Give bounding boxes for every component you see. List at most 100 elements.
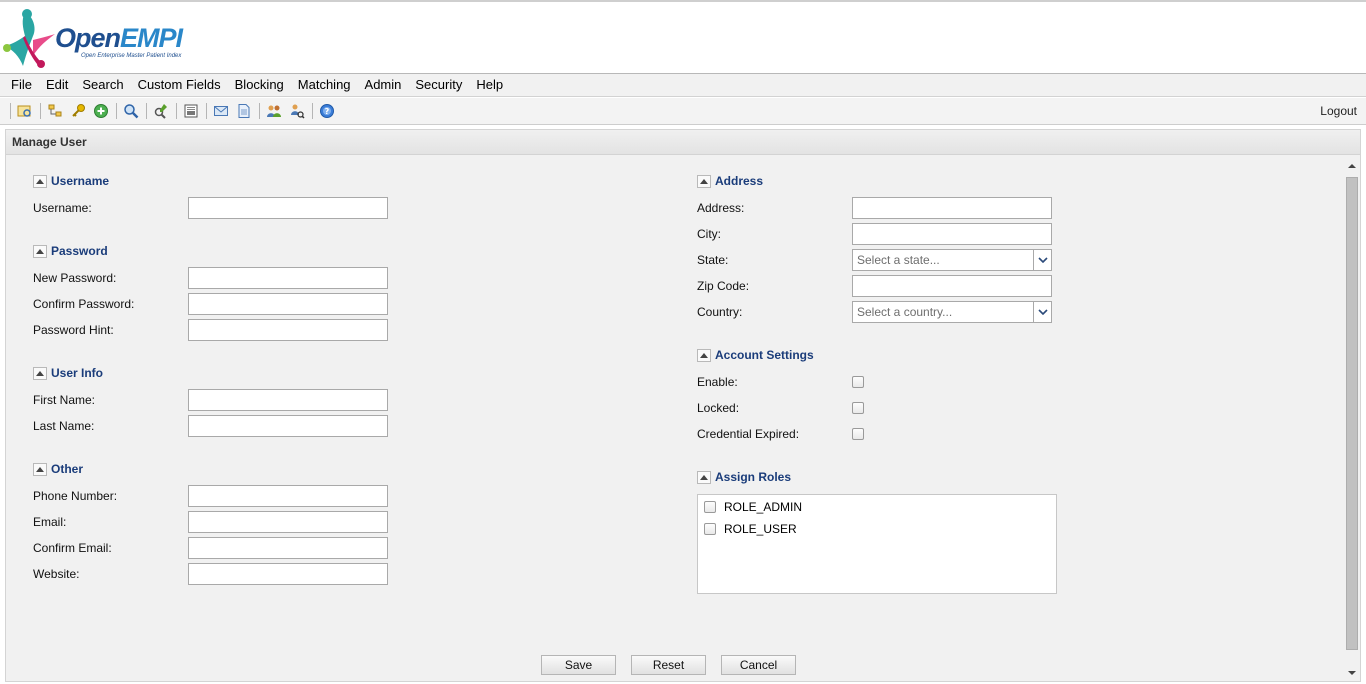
toolbar-separator — [312, 103, 313, 119]
users-icon[interactable] — [264, 101, 284, 121]
credential-expired-checkbox[interactable] — [852, 428, 864, 440]
collapse-icon[interactable] — [697, 470, 711, 484]
magnifier-icon[interactable] — [121, 101, 141, 121]
collapse-icon[interactable] — [33, 462, 47, 476]
section-password-title: Password — [51, 244, 108, 258]
city-input[interactable] — [852, 223, 1052, 245]
add-circle-icon[interactable] — [91, 101, 111, 121]
menu-help[interactable]: Help — [469, 74, 510, 97]
confirm-password-input[interactable] — [188, 293, 388, 315]
chevron-down-icon[interactable] — [1033, 250, 1051, 270]
menu-matching[interactable]: Matching — [291, 74, 358, 97]
password-hint-input[interactable] — [188, 319, 388, 341]
locked-label: Locked: — [697, 401, 740, 415]
role-user-label: ROLE_USER — [724, 522, 797, 536]
collapse-icon[interactable] — [697, 174, 711, 188]
address-input[interactable] — [852, 197, 1052, 219]
zip-code-input[interactable] — [852, 275, 1052, 297]
toolbar-separator — [10, 103, 11, 119]
scroll-up-icon[interactable] — [1348, 164, 1356, 168]
mail-icon[interactable] — [211, 101, 231, 121]
section-assign-roles-header[interactable]: Assign Roles — [697, 470, 791, 484]
menu-search[interactable]: Search — [75, 74, 130, 97]
section-user-info-header[interactable]: User Info — [33, 366, 103, 380]
last-name-input[interactable] — [188, 415, 388, 437]
enable-label: Enable: — [697, 375, 738, 389]
section-user-info-title: User Info — [51, 366, 104, 380]
scroll-down-icon[interactable] — [1348, 671, 1356, 675]
confirm-password-label: Confirm Password: — [33, 297, 135, 311]
country-select[interactable]: Select a country... — [852, 301, 1052, 323]
first-name-label: First Name: — [33, 393, 96, 407]
collapse-icon[interactable] — [33, 366, 47, 380]
section-address-header[interactable]: Address — [697, 174, 763, 188]
credential-expired-label: Credential Expired: — [697, 427, 800, 441]
collapse-icon[interactable] — [33, 244, 47, 258]
confirm-email-label: Confirm Email: — [33, 541, 112, 555]
logo-text: OpenEMPI — [55, 23, 183, 54]
website-input[interactable] — [188, 563, 388, 585]
panel-title: Manage User — [6, 130, 1360, 155]
save-button[interactable]: Save — [541, 655, 616, 675]
section-account-settings-title: Account Settings — [715, 348, 814, 362]
find-edit-icon[interactable] — [151, 101, 171, 121]
reset-button[interactable]: Reset — [631, 655, 706, 675]
menu-security[interactable]: Security — [408, 74, 469, 97]
logo-text-open: Open — [55, 23, 121, 53]
toolbar-separator — [116, 103, 117, 119]
key-icon[interactable] — [68, 101, 88, 121]
section-username-title: Username — [51, 174, 110, 188]
hierarchy-icon[interactable] — [45, 101, 65, 121]
chevron-down-icon[interactable] — [1033, 302, 1051, 322]
cancel-button[interactable]: Cancel — [721, 655, 796, 675]
report-icon[interactable] — [181, 101, 201, 121]
locked-checkbox[interactable] — [852, 402, 864, 414]
section-password-header[interactable]: Password — [33, 244, 108, 258]
username-input[interactable] — [188, 197, 388, 219]
confirm-email-input[interactable] — [188, 537, 388, 559]
panel-body: Username Username: Password New Password… — [6, 156, 1360, 681]
role-user-checkbox[interactable] — [704, 523, 716, 535]
user-search-icon[interactable] — [287, 101, 307, 121]
city-label: City: — [697, 227, 721, 241]
help-icon[interactable]: ? — [317, 101, 337, 121]
logout-link[interactable]: Logout — [1320, 98, 1357, 125]
new-password-input[interactable] — [188, 267, 388, 289]
first-name-input[interactable] — [188, 389, 388, 411]
section-username-header[interactable]: Username — [33, 174, 109, 188]
menu-edit[interactable]: Edit — [39, 74, 75, 97]
svg-text:?: ? — [325, 107, 330, 116]
role-admin-checkbox[interactable] — [704, 501, 716, 513]
role-item[interactable]: ROLE_USER — [704, 522, 797, 536]
state-select[interactable]: Select a state... — [852, 249, 1052, 271]
toolbar-separator — [259, 103, 260, 119]
menu-custom-fields[interactable]: Custom Fields — [131, 74, 228, 97]
collapse-icon[interactable] — [33, 174, 47, 188]
logo-tagline: Open Enterprise Master Patient Index — [81, 53, 182, 59]
last-name-label: Last Name: — [33, 419, 95, 433]
section-assign-roles-title: Assign Roles — [715, 470, 792, 484]
section-account-settings-header[interactable]: Account Settings — [697, 348, 814, 362]
address-label: Address: — [697, 201, 745, 215]
phone-number-input[interactable] — [188, 485, 388, 507]
search-view-icon[interactable] — [15, 101, 35, 121]
new-password-label: New Password: — [33, 271, 117, 285]
document-icon[interactable] — [234, 101, 254, 121]
email-input[interactable] — [188, 511, 388, 533]
scrollbar-thumb[interactable] — [1346, 177, 1358, 650]
toolbar: ? Logout — [0, 98, 1366, 125]
email-label: Email: — [33, 515, 67, 529]
toolbar-separator — [40, 103, 41, 119]
section-other-header[interactable]: Other — [33, 462, 83, 476]
menu-admin[interactable]: Admin — [358, 74, 409, 97]
logo-text-empi: EMPI — [120, 23, 183, 53]
toolbar-separator — [176, 103, 177, 119]
toolbar-separator — [206, 103, 207, 119]
menu-file[interactable]: File — [4, 74, 39, 97]
menu-blocking[interactable]: Blocking — [228, 74, 291, 97]
enable-checkbox[interactable] — [852, 376, 864, 388]
collapse-icon[interactable] — [697, 348, 711, 362]
website-label: Website: — [33, 567, 80, 581]
vertical-scrollbar[interactable] — [1346, 160, 1358, 677]
role-item[interactable]: ROLE_ADMIN — [704, 500, 802, 514]
